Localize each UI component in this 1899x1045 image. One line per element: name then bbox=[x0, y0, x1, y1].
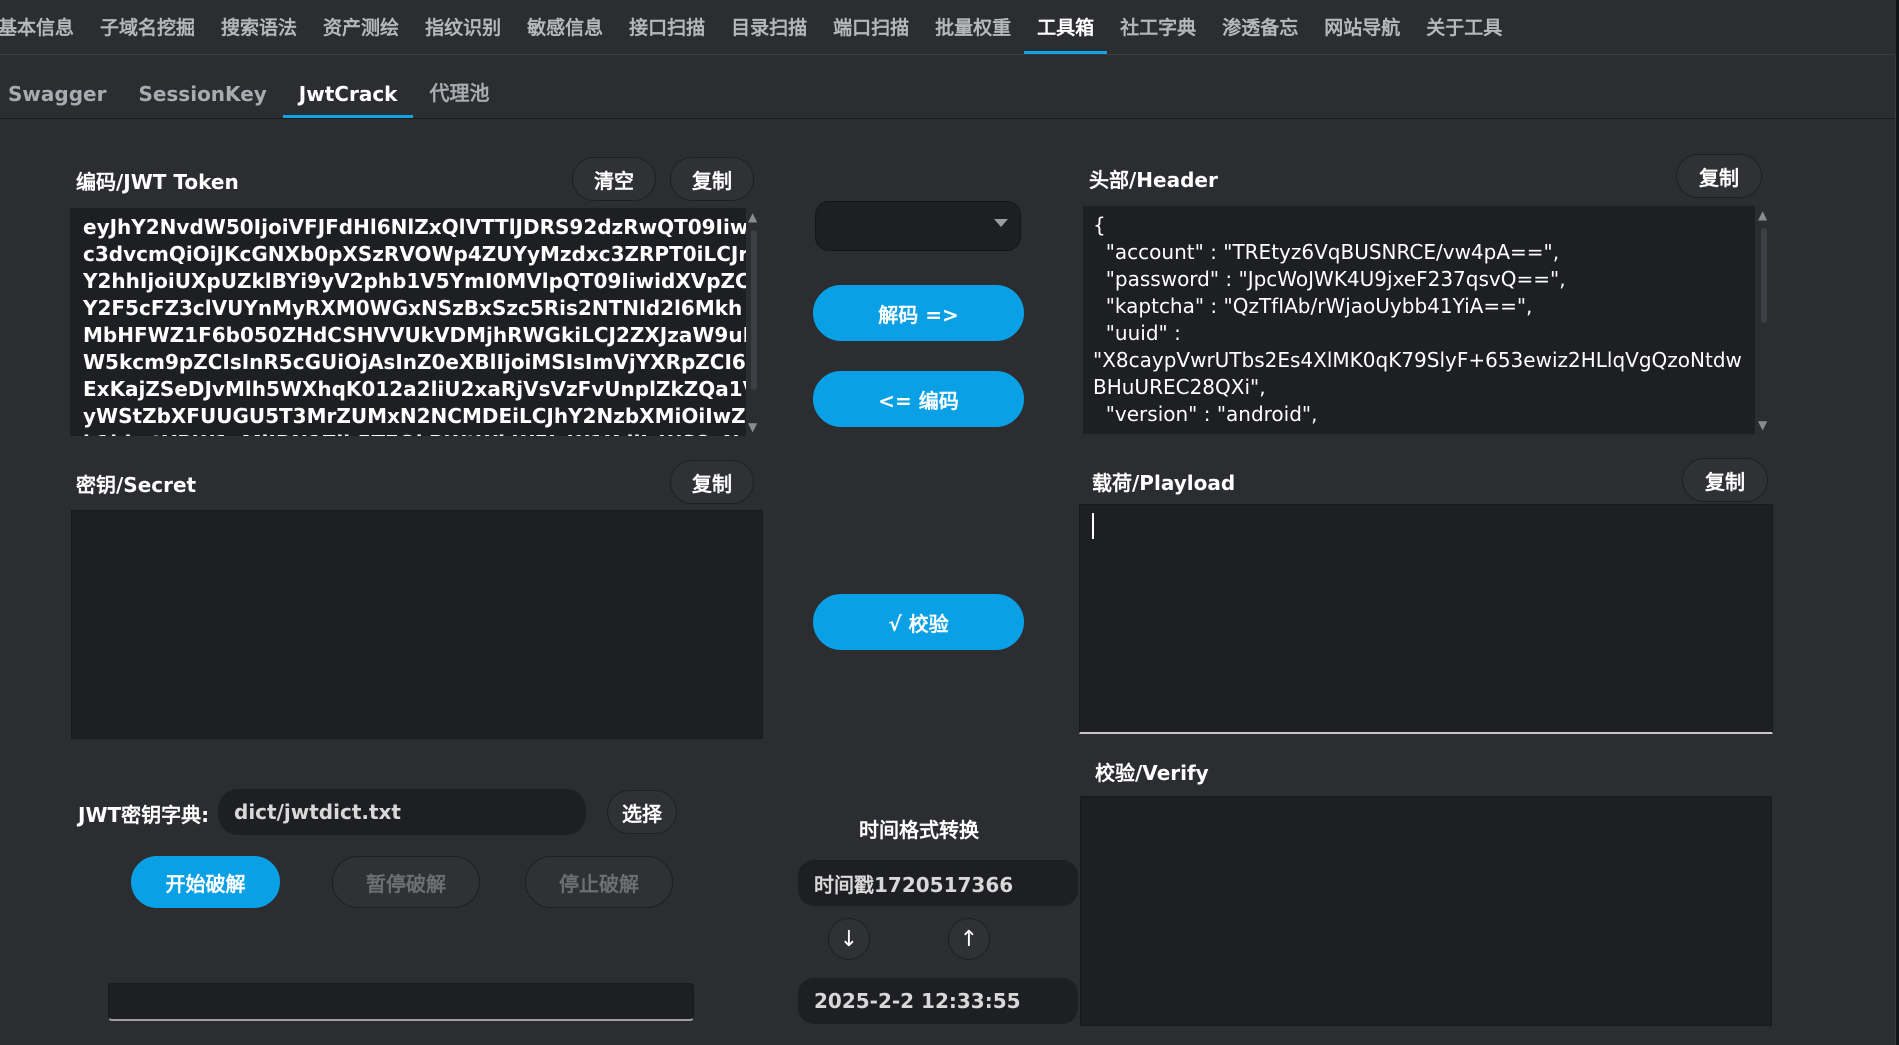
copy-header-button[interactable]: 复制 bbox=[1676, 154, 1762, 198]
header-json-line: "version" : "android", bbox=[1093, 402, 1318, 426]
nav-tab[interactable]: 端口扫描 bbox=[820, 0, 922, 54]
main-nav: 基本信息 子域名挖掘 搜索语法 资产测绘 指纹识别 敏感信息 接口扫描 目录扫描 端口扫描 批量权… bbox=[0, 0, 1899, 55]
pause-crack-button[interactable]: 暂停破解 bbox=[332, 856, 480, 908]
subnav-tab[interactable]: JwtCrack bbox=[282, 82, 414, 118]
nav-tab[interactable]: 指纹识别 bbox=[412, 0, 514, 54]
header-json-line: BHuUREC28QXi", bbox=[1093, 375, 1266, 399]
payload-label: 载荷/Playload bbox=[1092, 471, 1236, 495]
token-line: eyJhY2NvdW50IjoiVFJFdHl6NlZxQlVTTlJDRS92… bbox=[83, 215, 746, 239]
token-line: yWStZbXFUUGU5T3MrZUMxN2NCMDEiLCJhY2NzbXM… bbox=[83, 404, 746, 428]
nav-tab[interactable]: 网站导航 bbox=[1311, 0, 1413, 54]
nav-tab[interactable]: 渗透备忘 bbox=[1209, 0, 1311, 54]
payload-textarea[interactable] bbox=[1079, 504, 1773, 734]
clear-token-button[interactable]: 清空 bbox=[572, 157, 656, 201]
nav-tab[interactable]: 基本信息 bbox=[0, 0, 87, 54]
nav-tab[interactable]: 搜索语法 bbox=[208, 0, 310, 54]
token-line: Y2F5cFZ3clVUYnMyRXM0WGxNSzBxSzc5Ris2NTNl… bbox=[83, 296, 743, 320]
algorithm-select[interactable] bbox=[815, 201, 1021, 251]
dict-label: JWT密钥字典: bbox=[78, 803, 210, 827]
scroll-down-icon[interactable]: ▼ bbox=[1758, 418, 1767, 432]
chevron-down-icon bbox=[994, 219, 1008, 227]
choose-dict-button[interactable]: 选择 bbox=[607, 790, 677, 834]
header-json-line: "password" : "JpcWoJWK4U9jxeF237qsvQ==", bbox=[1093, 267, 1566, 291]
up-arrow-button[interactable]: ↑ bbox=[948, 918, 990, 960]
header-json-line: "uuid" : bbox=[1093, 321, 1181, 345]
token-line: Y2hhIjoiUXpUZklBYi9yV2phb1V5YmI0MVlpQT09… bbox=[83, 269, 746, 293]
scroll-up-icon[interactable]: ▲ bbox=[748, 210, 757, 224]
toolbox-subnav: Swagger SessionKey JwtCrack 代理池 bbox=[0, 76, 1899, 119]
copy-payload-button[interactable]: 复制 bbox=[1682, 458, 1768, 502]
subnav-tab[interactable]: 代理池 bbox=[413, 77, 505, 118]
start-crack-button[interactable]: 开始破解 bbox=[131, 856, 280, 908]
header-json-textarea[interactable]: { "account" : "TREtyz6VqBUSNRCE/vw4pA=="… bbox=[1083, 206, 1755, 434]
nav-tab[interactable]: 资产测绘 bbox=[310, 0, 412, 54]
header-json-line: "X8caypVwrUTbs2Es4XlMK0qK79SlyF+653ewiz2… bbox=[1093, 348, 1742, 372]
subnav-tab[interactable]: Swagger bbox=[0, 82, 122, 118]
time-convert-title: 时间格式转换 bbox=[859, 818, 979, 842]
header-scrollbar[interactable]: ▲ ▼ bbox=[1757, 206, 1771, 434]
nav-tab[interactable]: 接口扫描 bbox=[616, 0, 718, 54]
nav-tab[interactable]: 敏感信息 bbox=[514, 0, 616, 54]
token-line: ExKajZSeDJvMlh5WXhqK012a2liU2xaRjVsVzFvU… bbox=[83, 377, 746, 401]
scroll-up-icon[interactable]: ▲ bbox=[1758, 208, 1767, 222]
token-line: c3dvcmQiOiJKcGNXb0pXSzRVOWp4ZUYyMzdxc3ZR… bbox=[83, 242, 746, 266]
scroll-thumb[interactable] bbox=[751, 230, 757, 390]
verify-output[interactable] bbox=[1080, 796, 1772, 1026]
crack-progress-bar bbox=[108, 983, 694, 1021]
token-line: MbHFWZ1F6b050ZHdCSHVVUkVDMjhRWGkiLCJ2ZXJ… bbox=[83, 323, 746, 347]
verify-label: 校验/Verify bbox=[1095, 761, 1209, 785]
copy-secret-button[interactable]: 复制 bbox=[670, 460, 754, 504]
dict-path-input[interactable]: dict/jwtdict.txt bbox=[218, 789, 586, 835]
window-divider bbox=[1895, 55, 1896, 1045]
timestamp-field[interactable]: 时间戳1720517366 bbox=[798, 860, 1078, 906]
nav-tab[interactable]: 关于工具 bbox=[1413, 0, 1515, 54]
token-scrollbar[interactable]: ▲ ▼ bbox=[747, 208, 761, 436]
jwt-token-label: 编码/JWT Token bbox=[76, 170, 239, 194]
header-label: 头部/Header bbox=[1089, 168, 1218, 192]
token-line: k1jdmtXRW1vMjJRN1Zih5TEQkRWtWbW5IcW1KdjI… bbox=[83, 430, 746, 436]
jwt-token-input[interactable]: eyJhY2NvdW50IjoiVFJFdHl6NlZxQlVTTlJDRS92… bbox=[70, 208, 746, 436]
header-json-line: "kaptcha" : "QzTfIAb/rWjaoUybb41YiA==", bbox=[1093, 294, 1533, 318]
datetime-field[interactable]: 2025-2-2 12:33:55 bbox=[798, 978, 1078, 1024]
copy-token-button[interactable]: 复制 bbox=[670, 157, 754, 201]
nav-tab[interactable]: 批量权重 bbox=[922, 0, 1024, 54]
stop-crack-button[interactable]: 停止破解 bbox=[525, 856, 673, 908]
decode-button[interactable]: 解码 => bbox=[813, 285, 1024, 341]
nav-tab[interactable]: 社工字典 bbox=[1107, 0, 1209, 54]
header-json-line: { bbox=[1093, 213, 1106, 237]
verify-button[interactable]: √ 校验 bbox=[813, 594, 1024, 650]
encode-button[interactable]: <= 编码 bbox=[813, 371, 1024, 427]
down-arrow-button[interactable]: ↓ bbox=[828, 918, 870, 960]
nav-tab[interactable]: 工具箱 bbox=[1024, 0, 1108, 54]
secret-label: 密钥/Secret bbox=[76, 473, 197, 497]
scroll-down-icon[interactable]: ▼ bbox=[748, 420, 757, 434]
header-json-line: "account" : "TREtyz6VqBUSNRCE/vw4pA==", bbox=[1093, 240, 1560, 264]
text-cursor bbox=[1092, 513, 1094, 539]
nav-tab[interactable]: 目录扫描 bbox=[718, 0, 820, 54]
scroll-thumb[interactable] bbox=[1761, 228, 1767, 323]
subnav-tab[interactable]: SessionKey bbox=[122, 82, 282, 118]
token-line: W5kcm9pZCIsInR5cGUiOjAsInZ0eXBlIjoiMSIsI… bbox=[83, 350, 746, 374]
nav-tab[interactable]: 子域名挖掘 bbox=[87, 0, 208, 54]
secret-input[interactable] bbox=[71, 510, 763, 739]
